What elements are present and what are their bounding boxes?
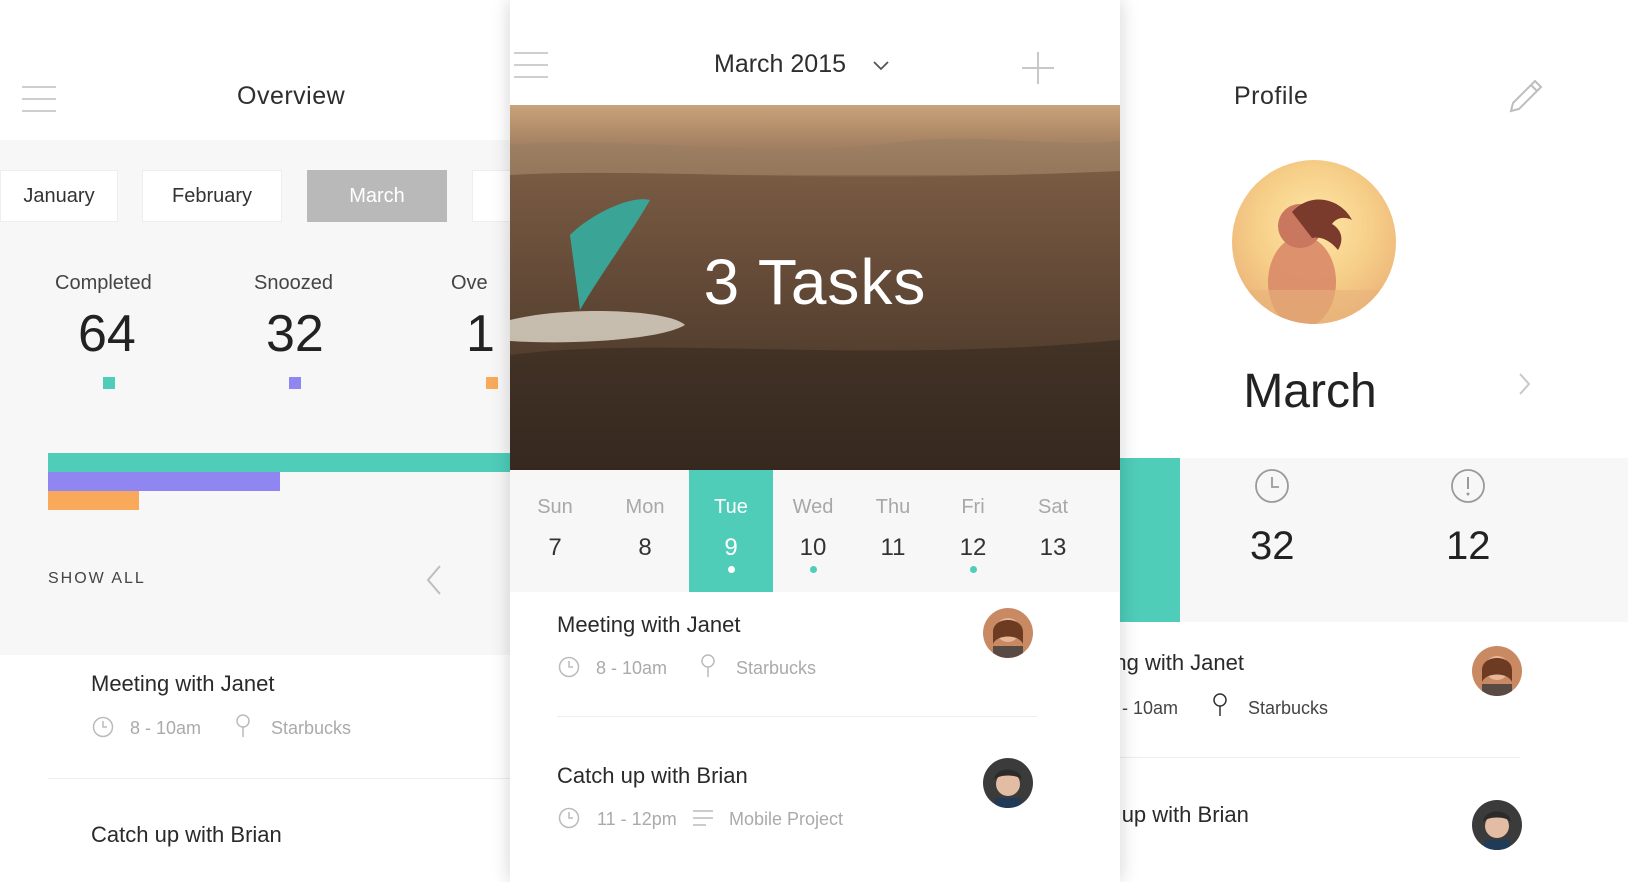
task-time: 8 - 10am: [130, 718, 202, 738]
month-march-button[interactable]: March: [307, 170, 447, 222]
task-title[interactable]: Catch up with Brian: [557, 763, 748, 789]
task-title[interactable]: Meeting with Janet: [557, 612, 740, 638]
overdue-count: 1: [466, 305, 495, 363]
tasks-count-title: 3 Tasks: [703, 246, 927, 318]
overdue-legend-swatch: [486, 377, 498, 389]
profile-name: March: [1243, 365, 1377, 418]
overdue-bar: [48, 491, 139, 510]
day-name: Wed: [792, 496, 834, 518]
avatar[interactable]: [1472, 646, 1522, 696]
day-name: Tue: [714, 496, 748, 518]
location-pin-icon: [1213, 693, 1227, 716]
avatar[interactable]: [1472, 800, 1522, 850]
task-place: Starbucks: [1248, 698, 1329, 718]
chevron-right-icon[interactable]: [1517, 372, 1531, 396]
completed-count: 64: [78, 305, 136, 363]
calendar-screen: March 2015 3 Tasks Sun 7 Mon 8 Tue 9 Wed…: [510, 0, 1120, 882]
snoozed-count: 32: [266, 305, 324, 363]
location-pin-icon: [701, 654, 715, 677]
pencil-icon[interactable]: [1508, 78, 1544, 114]
task-place: Starbucks: [271, 718, 352, 738]
day-monday[interactable]: Mon 8: [600, 470, 690, 592]
day-tuesday-selected[interactable]: Tue 9: [689, 470, 773, 592]
clock-icon: [558, 656, 580, 678]
month-selector-label[interactable]: March 2015: [714, 50, 846, 79]
location-pin-icon: [236, 714, 250, 737]
day-number: 9: [724, 534, 738, 561]
day-name: Mon: [625, 496, 665, 518]
day-name: Fri: [961, 496, 985, 518]
list-divider: [557, 716, 1037, 717]
day-number: 8: [638, 534, 652, 561]
month-january-button[interactable]: January: [0, 170, 118, 222]
overdue-label: Ove: [451, 272, 488, 294]
event-dot: [728, 566, 735, 573]
day-number: 10: [799, 534, 827, 561]
event-dot: [970, 566, 977, 573]
day-sunday[interactable]: Sun 7: [510, 470, 600, 592]
day-name: Thu: [875, 496, 911, 518]
profile-screen: Profile March 4 32 12 leeting with Janet: [1080, 34, 1628, 882]
task-project: Mobile Project: [729, 809, 844, 829]
clock-icon: [1255, 469, 1289, 503]
clock-icon: [558, 807, 580, 829]
hamburger-menu-icon[interactable]: [514, 52, 548, 78]
avatar[interactable]: [983, 608, 1033, 658]
day-number: 11: [880, 534, 906, 561]
snoozed-bar: [48, 472, 280, 491]
task-time: 8 - 10am: [596, 658, 668, 678]
overview-title: Overview: [237, 82, 346, 110]
snoozed-label: Snoozed: [254, 272, 333, 294]
clock-icon: [92, 716, 114, 738]
day-number: 12: [959, 534, 987, 561]
hero-image: 3 Tasks: [510, 105, 1120, 470]
event-dot: [810, 566, 817, 573]
day-number: 13: [1039, 534, 1067, 561]
overdue-count: 12: [1446, 524, 1491, 568]
avatar[interactable]: [983, 758, 1033, 808]
day-name: Sun: [537, 496, 573, 518]
list-lines-icon: [693, 810, 713, 826]
chevron-left-icon[interactable]: [425, 564, 443, 596]
completed-legend-swatch: [103, 377, 115, 389]
profile-title: Profile: [1234, 82, 1309, 110]
profile-avatar[interactable]: [1232, 160, 1396, 324]
plus-icon[interactable]: [1020, 50, 1056, 86]
day-saturday[interactable]: Sat 13: [1013, 470, 1093, 592]
list-divider: [1080, 757, 1520, 758]
snoozed-count: 32: [1250, 524, 1295, 568]
task-title[interactable]: Catch up with Brian: [91, 822, 282, 848]
chevron-down-icon[interactable]: [872, 60, 890, 72]
day-name: Sat: [1037, 496, 1069, 518]
snoozed-legend-swatch: [289, 377, 301, 389]
overview-header: Overview: [0, 34, 520, 140]
day-friday[interactable]: Fri 12: [933, 470, 1013, 592]
week-strip: Sun 7 Mon 8 Tue 9 Wed 10 Thu 11 Fri 12 S…: [510, 470, 1120, 592]
hamburger-menu-icon[interactable]: [22, 86, 56, 112]
task-time: 11 - 12pm: [597, 809, 677, 829]
exclamation-circle-icon: [1451, 469, 1485, 503]
overview-screen: Overview January February March Complete…: [0, 34, 520, 882]
day-thursday[interactable]: Thu 11: [853, 470, 933, 592]
month-february-button[interactable]: February: [142, 170, 282, 222]
day-number: 7: [548, 534, 562, 561]
day-wednesday[interactable]: Wed 10: [773, 470, 853, 592]
task-place: Starbucks: [736, 658, 817, 678]
task-title[interactable]: Meeting with Janet: [91, 671, 274, 697]
completed-bar: [48, 453, 520, 472]
list-divider: [48, 778, 520, 779]
show-all-link[interactable]: SHOW ALL: [48, 570, 146, 588]
completed-label: Completed: [55, 272, 152, 294]
